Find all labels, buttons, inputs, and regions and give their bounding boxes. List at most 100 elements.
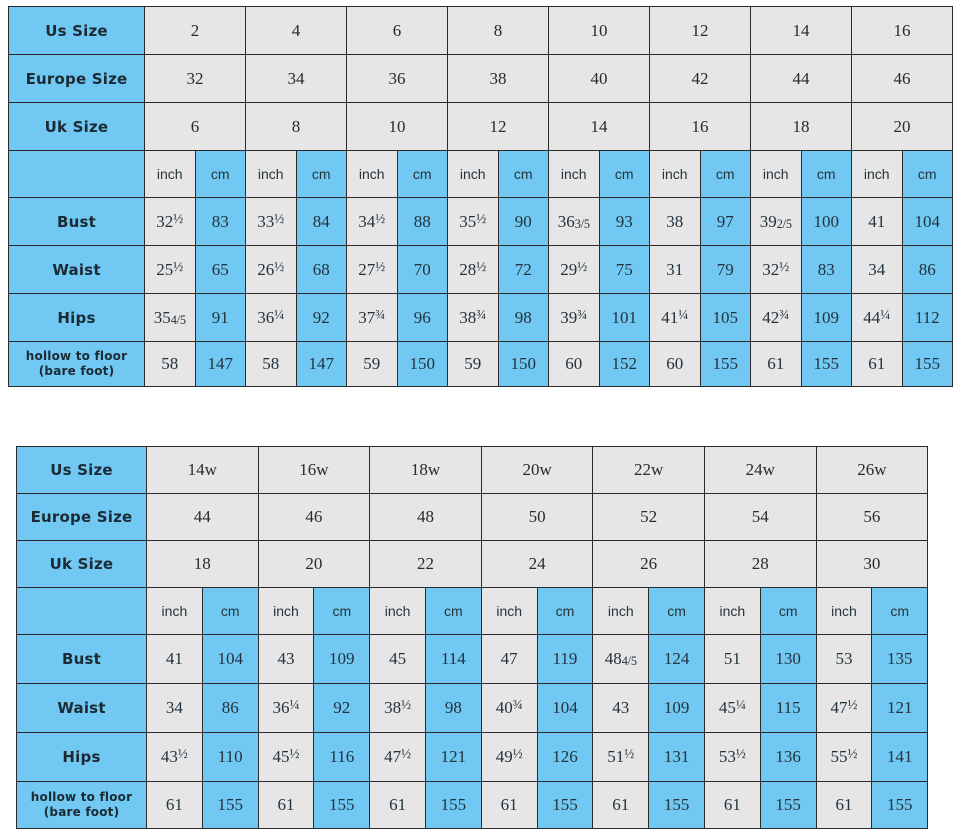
hips-inch-5: 39¾ [548,293,600,342]
row-label-hollow-to-floor-bare-foot: hollow to floor (bare foot) [16,781,147,829]
us-size-value-3: 6 [346,6,448,55]
uk-size-value-3: 10 [346,102,448,151]
bust-inch-6: 51 [703,634,761,684]
unit-inch-1: inch [144,150,196,198]
waist-cm-2: 92 [313,683,371,733]
hollow-to-floor-bare-foot-inch-8: 61 [851,341,903,387]
standard-size-chart: Us Size 2 4 6 8 10 12 14 16 Europe Size 32 34 36 38 40… [8,6,953,387]
hips-inch-4: 49½ [480,732,538,782]
europe-size-value-5: 52 [592,493,705,541]
unit-cm-5: cm [648,587,705,635]
row-hollow-to-floor-bare-foot: hollow to floor (bare foot) 61 155 61 155 61 15… [16,781,929,829]
us-size-value-2: 16w [257,446,371,494]
row-us-size: Us Size 2 4 6 8 10 12 14 16 [8,6,953,55]
hollow-to-floor-bare-foot-cm-6: 155 [699,341,751,387]
us-size-value-4: 20w [480,446,594,494]
hollow-label-line1: hollow to floor [30,790,133,804]
hollow-to-floor-bare-foot-cm-4: 150 [497,341,549,387]
uk-size-value-4: 24 [480,540,594,588]
waist-cm-5: 75 [598,245,650,294]
hollow-to-floor-bare-foot-cm-3: 155 [424,781,482,829]
waist-cm-6: 79 [699,245,751,294]
row-label-uk-size: Uk Size [16,540,147,588]
row-label-us-size: Us Size [16,446,147,494]
bust-inch-5: 484/5 [592,634,650,684]
hips-cm-1: 110 [201,732,259,782]
us-size-value-5: 22w [592,446,705,494]
hollow-label-line1: hollow to floor [25,349,128,363]
hollow-to-floor-bare-foot-inch-2: 61 [257,781,315,829]
waist-inch-4: 28½ [447,245,499,294]
waist-inch-3: 27½ [346,245,398,294]
hips-inch-7: 42¾ [750,293,802,342]
row-label-uk-size: Uk Size [8,102,145,151]
europe-size-value-6: 54 [703,493,817,541]
uk-size-value-2: 20 [257,540,371,588]
row-europe-size: Europe Size 44 46 48 50 52 54 56 [16,493,929,541]
bust-inch-2: 33½ [245,197,297,246]
bust-inch-7: 392/5 [750,197,802,246]
us-size-value-1: 2 [144,6,246,55]
unit-inch-3: inch [346,150,398,198]
hips-cm-2: 92 [295,293,347,342]
bust-cm-2: 109 [313,634,371,684]
us-size-value-7: 26w [815,446,929,494]
bust-cm-7: 135 [871,634,929,684]
bust-inch-2: 43 [257,634,315,684]
uk-size-value-7: 18 [750,102,852,151]
hollow-to-floor-bare-foot-inch-5: 61 [592,781,650,829]
row-uk-size: Uk Size 18 20 22 24 26 28 30 [16,540,929,588]
bust-cm-6: 130 [759,634,817,684]
waist-cm-5: 109 [648,683,705,733]
hollow-to-floor-bare-foot-inch-2: 58 [245,341,297,387]
bust-cm-1: 104 [201,634,259,684]
hips-cm-4: 126 [536,732,594,782]
bust-cm-5: 93 [598,197,650,246]
waist-inch-1: 34 [146,683,203,733]
hollow-to-floor-bare-foot-inch-3: 59 [346,341,398,387]
row-hips: Hips 354/5 91 36¼ 92 37¾ 96 38¾ 98 39¾ 101 41¼ 105 42… [8,293,953,342]
unit-cm-4: cm [536,587,594,635]
europe-size-value-5: 40 [548,54,650,103]
unit-inch-5: inch [548,150,600,198]
uk-size-value-2: 8 [245,102,347,151]
hips-inch-7: 55½ [815,732,873,782]
hollow-to-floor-bare-foot-inch-4: 61 [480,781,538,829]
unit-inch-6: inch [703,587,761,635]
waist-inch-5: 29½ [548,245,600,294]
waist-inch-1: 25½ [144,245,196,294]
waist-inch-2: 36¼ [257,683,315,733]
row-label-us-size: Us Size [8,6,145,55]
hollow-to-floor-bare-foot-cm-5: 155 [648,781,705,829]
bust-cm-3: 114 [424,634,482,684]
unit-inch-2: inch [257,587,315,635]
waist-cm-3: 98 [424,683,482,733]
us-size-value-6: 24w [703,446,817,494]
row-us-size: Us Size 14w 16w 18w 20w 22w 24w 26w [16,446,929,494]
bust-cm-3: 88 [396,197,448,246]
hips-inch-2: 36¼ [245,293,297,342]
unit-cm-6: cm [759,587,817,635]
bust-inch-3: 34½ [346,197,398,246]
hips-inch-4: 38¾ [447,293,499,342]
uk-size-value-5: 14 [548,102,650,151]
hollow-to-floor-bare-foot-inch-1: 61 [146,781,203,829]
hips-cm-4: 98 [497,293,549,342]
hips-inch-1: 354/5 [144,293,196,342]
bust-inch-6: 38 [649,197,701,246]
uk-size-value-1: 6 [144,102,246,151]
bust-inch-1: 41 [146,634,203,684]
unit-cm-2: cm [313,587,371,635]
bust-cm-8: 104 [901,197,953,246]
hips-inch-6: 41¼ [649,293,701,342]
hollow-to-floor-bare-foot-cm-4: 155 [536,781,594,829]
europe-size-value-6: 42 [649,54,751,103]
unit-inch-7: inch [815,587,873,635]
standard-size-chart: Us Size 2 4 6 8 10 12 14 16 Europe Size 32 34 36 38 40… [8,6,953,387]
uk-size-value-3: 22 [369,540,482,588]
bust-inch-4: 35½ [447,197,499,246]
hips-cm-2: 116 [313,732,371,782]
hips-cm-5: 101 [598,293,650,342]
bust-inch-4: 47 [480,634,538,684]
unit-inch-7: inch [750,150,802,198]
